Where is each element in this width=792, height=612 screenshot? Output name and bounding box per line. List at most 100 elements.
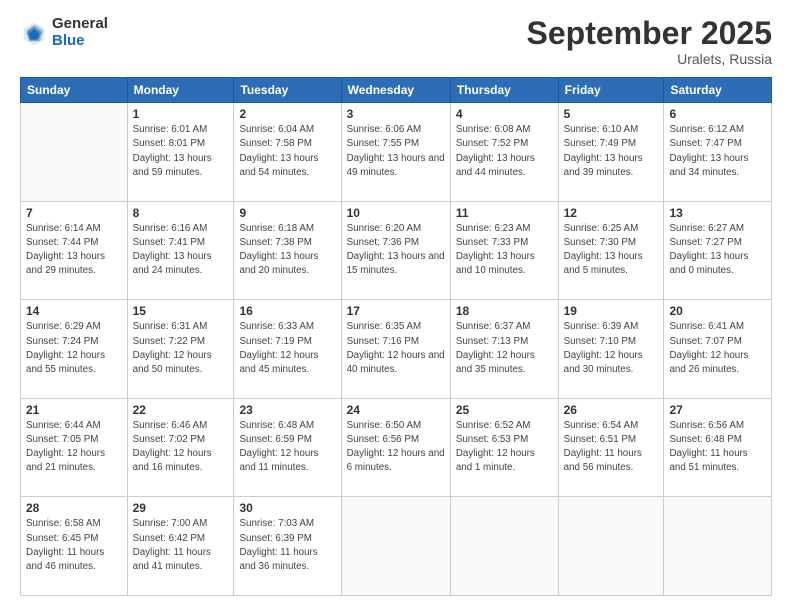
day-number: 17 xyxy=(347,304,445,318)
day-info: Sunrise: 6:14 AMSunset: 7:44 PMDaylight:… xyxy=(26,223,105,277)
table-row xyxy=(664,497,772,596)
table-row: 15 Sunrise: 6:31 AMSunset: 7:22 PMDaylig… xyxy=(127,300,234,399)
calendar-week-row: 7 Sunrise: 6:14 AMSunset: 7:44 PMDayligh… xyxy=(21,201,772,300)
subtitle: Uralets, Russia xyxy=(527,51,772,67)
col-saturday: Saturday xyxy=(664,78,772,103)
table-row: 3 Sunrise: 6:06 AMSunset: 7:55 PMDayligh… xyxy=(341,103,450,202)
day-info: Sunrise: 6:06 AMSunset: 7:55 PMDaylight:… xyxy=(347,124,445,178)
col-friday: Friday xyxy=(558,78,664,103)
col-tuesday: Tuesday xyxy=(234,78,341,103)
day-number: 3 xyxy=(347,107,445,121)
day-info: Sunrise: 7:00 AMSunset: 6:42 PMDaylight:… xyxy=(133,518,211,572)
main-title: September 2025 xyxy=(527,16,772,51)
table-row: 20 Sunrise: 6:41 AMSunset: 7:07 PMDaylig… xyxy=(664,300,772,399)
table-row: 21 Sunrise: 6:44 AMSunset: 7:05 PMDaylig… xyxy=(21,398,128,497)
col-wednesday: Wednesday xyxy=(341,78,450,103)
day-info: Sunrise: 6:18 AMSunset: 7:38 PMDaylight:… xyxy=(239,223,318,277)
day-number: 29 xyxy=(133,501,229,515)
calendar-table: Sunday Monday Tuesday Wednesday Thursday… xyxy=(20,77,772,596)
day-info: Sunrise: 6:56 AMSunset: 6:48 PMDaylight:… xyxy=(669,420,747,474)
table-row: 30 Sunrise: 7:03 AMSunset: 6:39 PMDaylig… xyxy=(234,497,341,596)
day-number: 7 xyxy=(26,206,122,220)
header: General Blue September 2025 Uralets, Rus… xyxy=(20,16,772,67)
day-info: Sunrise: 6:48 AMSunset: 6:59 PMDaylight:… xyxy=(239,420,318,474)
day-number: 20 xyxy=(669,304,766,318)
day-info: Sunrise: 6:20 AMSunset: 7:36 PMDaylight:… xyxy=(347,223,445,277)
table-row: 24 Sunrise: 6:50 AMSunset: 6:56 PMDaylig… xyxy=(341,398,450,497)
day-number: 2 xyxy=(239,107,335,121)
day-number: 15 xyxy=(133,304,229,318)
day-info: Sunrise: 6:44 AMSunset: 7:05 PMDaylight:… xyxy=(26,420,105,474)
table-row xyxy=(558,497,664,596)
day-number: 25 xyxy=(456,403,553,417)
day-info: Sunrise: 6:16 AMSunset: 7:41 PMDaylight:… xyxy=(133,223,212,277)
day-info: Sunrise: 6:10 AMSunset: 7:49 PMDaylight:… xyxy=(564,124,643,178)
day-info: Sunrise: 6:46 AMSunset: 7:02 PMDaylight:… xyxy=(133,420,212,474)
day-info: Sunrise: 6:08 AMSunset: 7:52 PMDaylight:… xyxy=(456,124,535,178)
logo-text: General Blue xyxy=(52,16,108,49)
table-row: 4 Sunrise: 6:08 AMSunset: 7:52 PMDayligh… xyxy=(450,103,558,202)
day-number: 4 xyxy=(456,107,553,121)
day-info: Sunrise: 6:23 AMSunset: 7:33 PMDaylight:… xyxy=(456,223,535,277)
page: General Blue September 2025 Uralets, Rus… xyxy=(0,0,792,612)
day-info: Sunrise: 6:39 AMSunset: 7:10 PMDaylight:… xyxy=(564,321,643,375)
table-row: 16 Sunrise: 6:33 AMSunset: 7:19 PMDaylig… xyxy=(234,300,341,399)
col-sunday: Sunday xyxy=(21,78,128,103)
day-number: 19 xyxy=(564,304,659,318)
day-number: 1 xyxy=(133,107,229,121)
day-info: Sunrise: 6:37 AMSunset: 7:13 PMDaylight:… xyxy=(456,321,535,375)
calendar-week-row: 28 Sunrise: 6:58 AMSunset: 6:45 PMDaylig… xyxy=(21,497,772,596)
table-row xyxy=(21,103,128,202)
calendar-week-row: 21 Sunrise: 6:44 AMSunset: 7:05 PMDaylig… xyxy=(21,398,772,497)
title-block: September 2025 Uralets, Russia xyxy=(527,16,772,67)
logo: General Blue xyxy=(20,16,108,49)
day-number: 26 xyxy=(564,403,659,417)
table-row xyxy=(450,497,558,596)
table-row: 13 Sunrise: 6:27 AMSunset: 7:27 PMDaylig… xyxy=(664,201,772,300)
table-row: 19 Sunrise: 6:39 AMSunset: 7:10 PMDaylig… xyxy=(558,300,664,399)
day-number: 24 xyxy=(347,403,445,417)
day-number: 28 xyxy=(26,501,122,515)
day-info: Sunrise: 6:58 AMSunset: 6:45 PMDaylight:… xyxy=(26,518,104,572)
table-row: 5 Sunrise: 6:10 AMSunset: 7:49 PMDayligh… xyxy=(558,103,664,202)
table-row: 8 Sunrise: 6:16 AMSunset: 7:41 PMDayligh… xyxy=(127,201,234,300)
day-number: 11 xyxy=(456,206,553,220)
table-row: 17 Sunrise: 6:35 AMSunset: 7:16 PMDaylig… xyxy=(341,300,450,399)
table-row: 9 Sunrise: 6:18 AMSunset: 7:38 PMDayligh… xyxy=(234,201,341,300)
day-info: Sunrise: 6:52 AMSunset: 6:53 PMDaylight:… xyxy=(456,420,535,474)
day-info: Sunrise: 6:33 AMSunset: 7:19 PMDaylight:… xyxy=(239,321,318,375)
day-number: 30 xyxy=(239,501,335,515)
day-number: 8 xyxy=(133,206,229,220)
day-info: Sunrise: 7:03 AMSunset: 6:39 PMDaylight:… xyxy=(239,518,317,572)
day-number: 21 xyxy=(26,403,122,417)
col-monday: Monday xyxy=(127,78,234,103)
day-number: 9 xyxy=(239,206,335,220)
day-number: 13 xyxy=(669,206,766,220)
table-row: 12 Sunrise: 6:25 AMSunset: 7:30 PMDaylig… xyxy=(558,201,664,300)
day-info: Sunrise: 6:31 AMSunset: 7:22 PMDaylight:… xyxy=(133,321,212,375)
day-info: Sunrise: 6:41 AMSunset: 7:07 PMDaylight:… xyxy=(669,321,748,375)
table-row: 26 Sunrise: 6:54 AMSunset: 6:51 PMDaylig… xyxy=(558,398,664,497)
table-row: 14 Sunrise: 6:29 AMSunset: 7:24 PMDaylig… xyxy=(21,300,128,399)
day-number: 10 xyxy=(347,206,445,220)
col-thursday: Thursday xyxy=(450,78,558,103)
table-row: 10 Sunrise: 6:20 AMSunset: 7:36 PMDaylig… xyxy=(341,201,450,300)
day-number: 22 xyxy=(133,403,229,417)
table-row: 11 Sunrise: 6:23 AMSunset: 7:33 PMDaylig… xyxy=(450,201,558,300)
table-row: 6 Sunrise: 6:12 AMSunset: 7:47 PMDayligh… xyxy=(664,103,772,202)
day-info: Sunrise: 6:25 AMSunset: 7:30 PMDaylight:… xyxy=(564,223,643,277)
day-info: Sunrise: 6:04 AMSunset: 7:58 PMDaylight:… xyxy=(239,124,318,178)
table-row: 18 Sunrise: 6:37 AMSunset: 7:13 PMDaylig… xyxy=(450,300,558,399)
table-row: 22 Sunrise: 6:46 AMSunset: 7:02 PMDaylig… xyxy=(127,398,234,497)
table-row: 2 Sunrise: 6:04 AMSunset: 7:58 PMDayligh… xyxy=(234,103,341,202)
table-row: 27 Sunrise: 6:56 AMSunset: 6:48 PMDaylig… xyxy=(664,398,772,497)
logo-icon xyxy=(20,19,48,47)
day-info: Sunrise: 6:29 AMSunset: 7:24 PMDaylight:… xyxy=(26,321,105,375)
table-row: 28 Sunrise: 6:58 AMSunset: 6:45 PMDaylig… xyxy=(21,497,128,596)
day-number: 6 xyxy=(669,107,766,121)
table-row: 7 Sunrise: 6:14 AMSunset: 7:44 PMDayligh… xyxy=(21,201,128,300)
day-number: 12 xyxy=(564,206,659,220)
day-number: 23 xyxy=(239,403,335,417)
day-info: Sunrise: 6:01 AMSunset: 8:01 PMDaylight:… xyxy=(133,124,212,178)
table-row: 1 Sunrise: 6:01 AMSunset: 8:01 PMDayligh… xyxy=(127,103,234,202)
